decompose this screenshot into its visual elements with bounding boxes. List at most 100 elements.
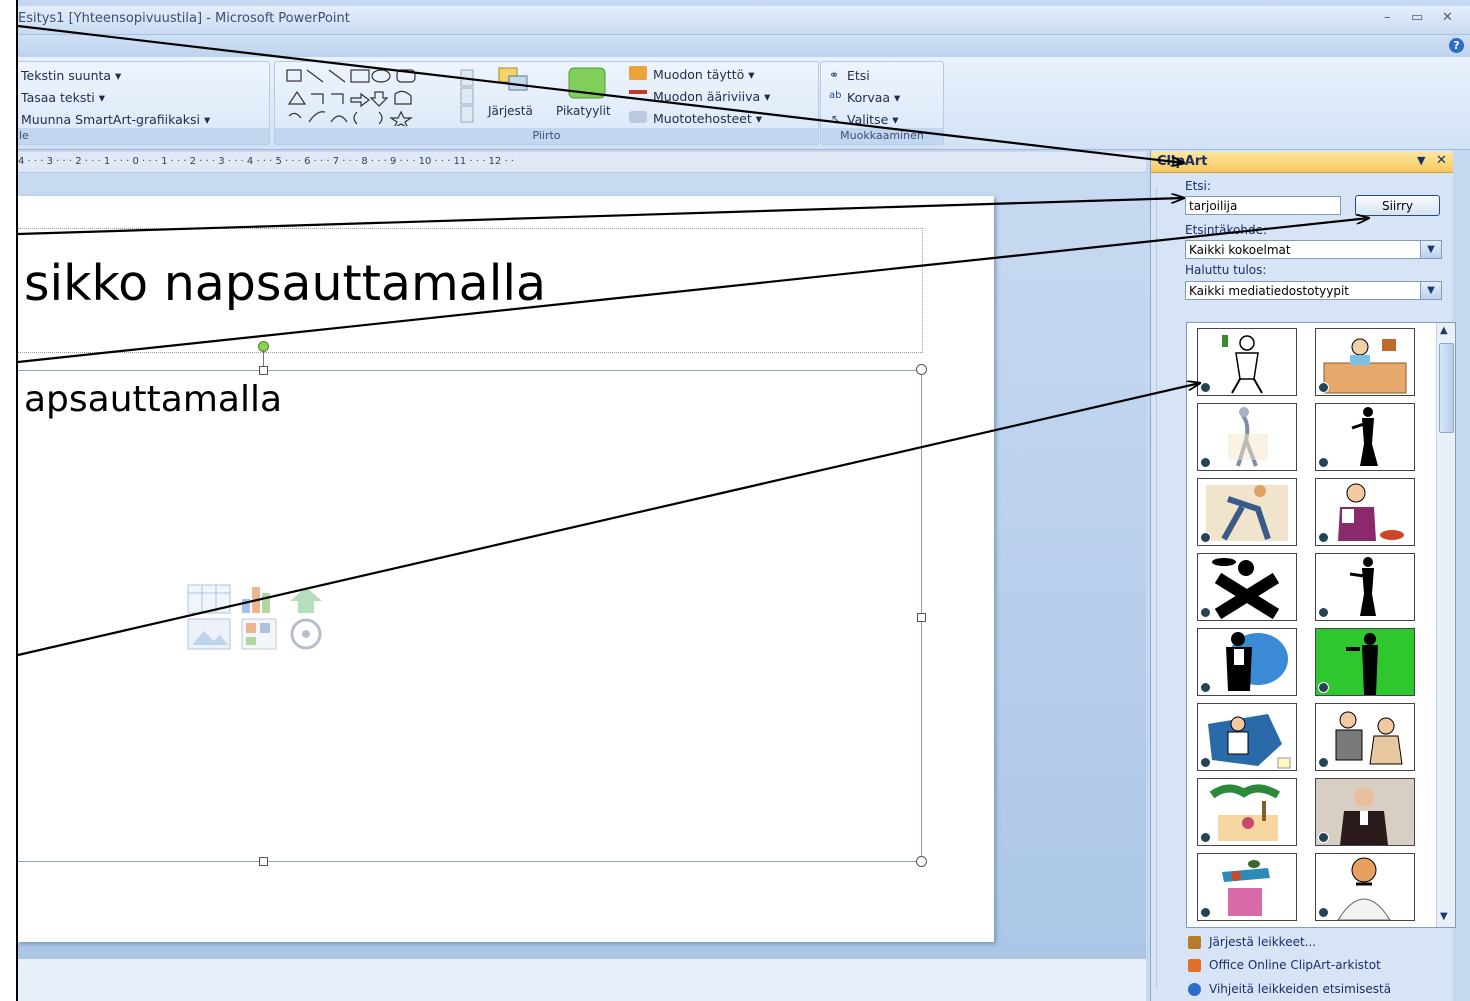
clipart-results-grid[interactable]: ▲ ▼ — [1186, 322, 1456, 928]
clipart-thumbnail[interactable] — [1197, 853, 1297, 921]
clipart-thumbnail[interactable] — [1197, 628, 1297, 696]
horizontal-ruler: 4 · · · 3 · · · 2 · · · 1 · · · 0 · · · … — [18, 152, 1146, 173]
shape-fill-button[interactable]: Muodon täyttö ▾ — [653, 67, 755, 82]
effects-icon — [629, 111, 647, 123]
clipart-thumbnail[interactable] — [1315, 703, 1415, 771]
find-button[interactable]: Etsi — [847, 68, 870, 83]
clipart-thumbnail[interactable] — [1197, 553, 1297, 621]
clipart-thumbnail[interactable] — [1315, 478, 1415, 546]
search-tips-link[interactable]: Vihjeitä leikkeiden etsimisestä — [1188, 982, 1391, 996]
results-type-select[interactable]: Kaikki mediatiedostotyypit ▼ — [1185, 281, 1442, 300]
search-in-value: Kaikki kokoelmat — [1189, 243, 1291, 257]
resize-handle-bottom[interactable] — [259, 857, 268, 866]
results-type-label: Haluttu tulos: — [1185, 263, 1267, 277]
web-globe-icon — [1200, 832, 1211, 843]
web-globe-icon — [1200, 532, 1211, 543]
web-globe-icon — [1318, 532, 1329, 543]
web-globe-icon — [1318, 757, 1329, 768]
shapes-gallery[interactable] — [283, 66, 475, 126]
title-placeholder[interactable]: sikko napsauttamalla — [18, 228, 923, 353]
paragraph-group-label: le — [18, 128, 269, 144]
fill-bucket-icon — [629, 66, 647, 80]
web-globe-icon — [1200, 682, 1211, 693]
select-button[interactable]: Valitse ▾ — [847, 112, 899, 127]
clipart-thumbnail[interactable] — [1315, 553, 1415, 621]
maximize-button[interactable]: ▭ — [1411, 10, 1423, 25]
clipart-thumbnail[interactable] — [1197, 328, 1297, 396]
content-placeholder[interactable]: apsauttamalla — [18, 370, 922, 862]
minimize-button[interactable]: – — [1384, 10, 1391, 25]
web-globe-icon — [1200, 382, 1211, 393]
web-globe-icon — [1200, 457, 1211, 468]
results-scrollbar[interactable]: ▲ ▼ — [1436, 323, 1455, 927]
drawing-group-label: Piirto — [275, 128, 818, 144]
shape-outline-button[interactable]: Muodon ääriviiva ▾ — [653, 89, 770, 104]
web-globe-icon — [1318, 907, 1329, 918]
resize-handle-right[interactable] — [917, 613, 926, 622]
clipart-thumbnail[interactable] — [1315, 628, 1415, 696]
office-online-icon — [1188, 959, 1201, 972]
clipart-thumbnail[interactable] — [1197, 703, 1297, 771]
notes-area[interactable] — [18, 958, 1146, 1001]
shape-effects-button[interactable]: Muototehosteet ▾ — [653, 111, 762, 126]
clipart-thumbnail[interactable] — [1197, 403, 1297, 471]
chevron-down-icon[interactable]: ▼ — [1420, 282, 1441, 299]
close-button[interactable]: ✕ — [1442, 10, 1453, 25]
resize-handle-top[interactable] — [259, 366, 268, 375]
convert-smartart-button[interactable]: Muunna SmartArt-grafiikaksi ▾ — [21, 112, 210, 127]
chevron-down-icon[interactable]: ▼ — [1420, 241, 1441, 258]
clipart-thumbnail[interactable] — [1197, 478, 1297, 546]
quick-styles-icon — [568, 67, 606, 99]
quick-styles-button[interactable]: Pikatyylit — [556, 104, 611, 118]
search-in-select[interactable]: Kaikki kokoelmat ▼ — [1185, 240, 1442, 259]
pane-menu-icon[interactable]: ▼ — [1417, 154, 1425, 167]
clipart-thumbnail[interactable] — [1315, 853, 1415, 921]
office-online-text: Office Online ClipArt-arkistot — [1209, 958, 1381, 972]
search-input[interactable]: tarjoilija — [1185, 196, 1341, 215]
resize-handle-bottom-right[interactable] — [916, 856, 927, 867]
clipart-thumbnail[interactable] — [1315, 778, 1415, 846]
clipart-thumbnail[interactable] — [1315, 403, 1415, 471]
arrange-button[interactable]: Järjestä — [488, 104, 533, 118]
binoculars-icon: ⚭ — [829, 68, 840, 82]
pane-title: ClipArt — [1157, 154, 1208, 169]
resize-handle-top-right[interactable] — [916, 364, 927, 375]
results-type-value: Kaikki mediatiedostotyypit — [1189, 284, 1350, 298]
go-button[interactable]: Siirry — [1355, 195, 1440, 216]
help-icon[interactable]: ? — [1449, 38, 1464, 53]
web-globe-icon — [1318, 607, 1329, 618]
office-online-link[interactable]: Office Online ClipArt-arkistot — [1188, 958, 1381, 972]
web-globe-icon — [1200, 907, 1211, 918]
slide-canvas[interactable]: sikko napsauttamalla apsauttamalla — [18, 196, 994, 942]
search-tips-text: Vihjeitä leikkeiden etsimisestä — [1209, 982, 1392, 996]
insert-content-icons[interactable] — [186, 581, 346, 653]
text-direction-button[interactable]: Tekstin suunta ▾ — [21, 68, 121, 83]
clipart-thumbnail[interactable] — [1315, 328, 1415, 396]
clipart-thumbnail[interactable] — [1197, 778, 1297, 846]
editing-group: ⚭ Etsi ab Korvaa ▾ ↖ Valitse ▾ Muokkaami… — [820, 61, 944, 145]
web-globe-icon — [1200, 607, 1211, 618]
outline-pen-icon — [629, 90, 647, 94]
ribbon: Tekstin suunta ▾ Tasaa teksti ▾ Muunna S… — [18, 57, 1470, 150]
help-tips-icon — [1188, 983, 1201, 996]
paragraph-group: Tekstin suunta ▾ Tasaa teksti ▾ Muunna S… — [18, 61, 270, 145]
drawing-group: Järjestä Pikatyylit Muodon täyttö ▾ Muod… — [274, 61, 819, 145]
organize-clips-link[interactable]: Järjestä leikkeet... — [1188, 935, 1316, 949]
scroll-down-icon[interactable]: ▼ — [1440, 911, 1448, 922]
organize-icon — [1188, 936, 1201, 949]
search-in-label: Etsintäkohde: — [1185, 223, 1268, 237]
replace-icon: ab — [829, 90, 842, 101]
scroll-up-icon[interactable]: ▲ — [1440, 325, 1448, 336]
web-globe-icon — [1318, 832, 1329, 843]
align-text-button[interactable]: Tasaa teksti ▾ — [21, 90, 105, 105]
organize-clips-text: Järjestä leikkeet... — [1209, 935, 1317, 949]
replace-button[interactable]: Korvaa ▾ — [847, 90, 900, 105]
pane-divider — [1156, 188, 1157, 988]
results-scroll-thumb[interactable] — [1439, 343, 1454, 433]
select-cursor-icon: ↖ — [831, 112, 842, 126]
pane-close-icon[interactable]: ✕ — [1436, 153, 1447, 168]
web-globe-icon — [1200, 757, 1211, 768]
title-bar: Esitys1 [Yhteensopivuustila] - Microsoft… — [18, 6, 1470, 35]
content-placeholder-text: apsauttamalla — [24, 379, 283, 420]
web-globe-icon — [1318, 457, 1329, 468]
